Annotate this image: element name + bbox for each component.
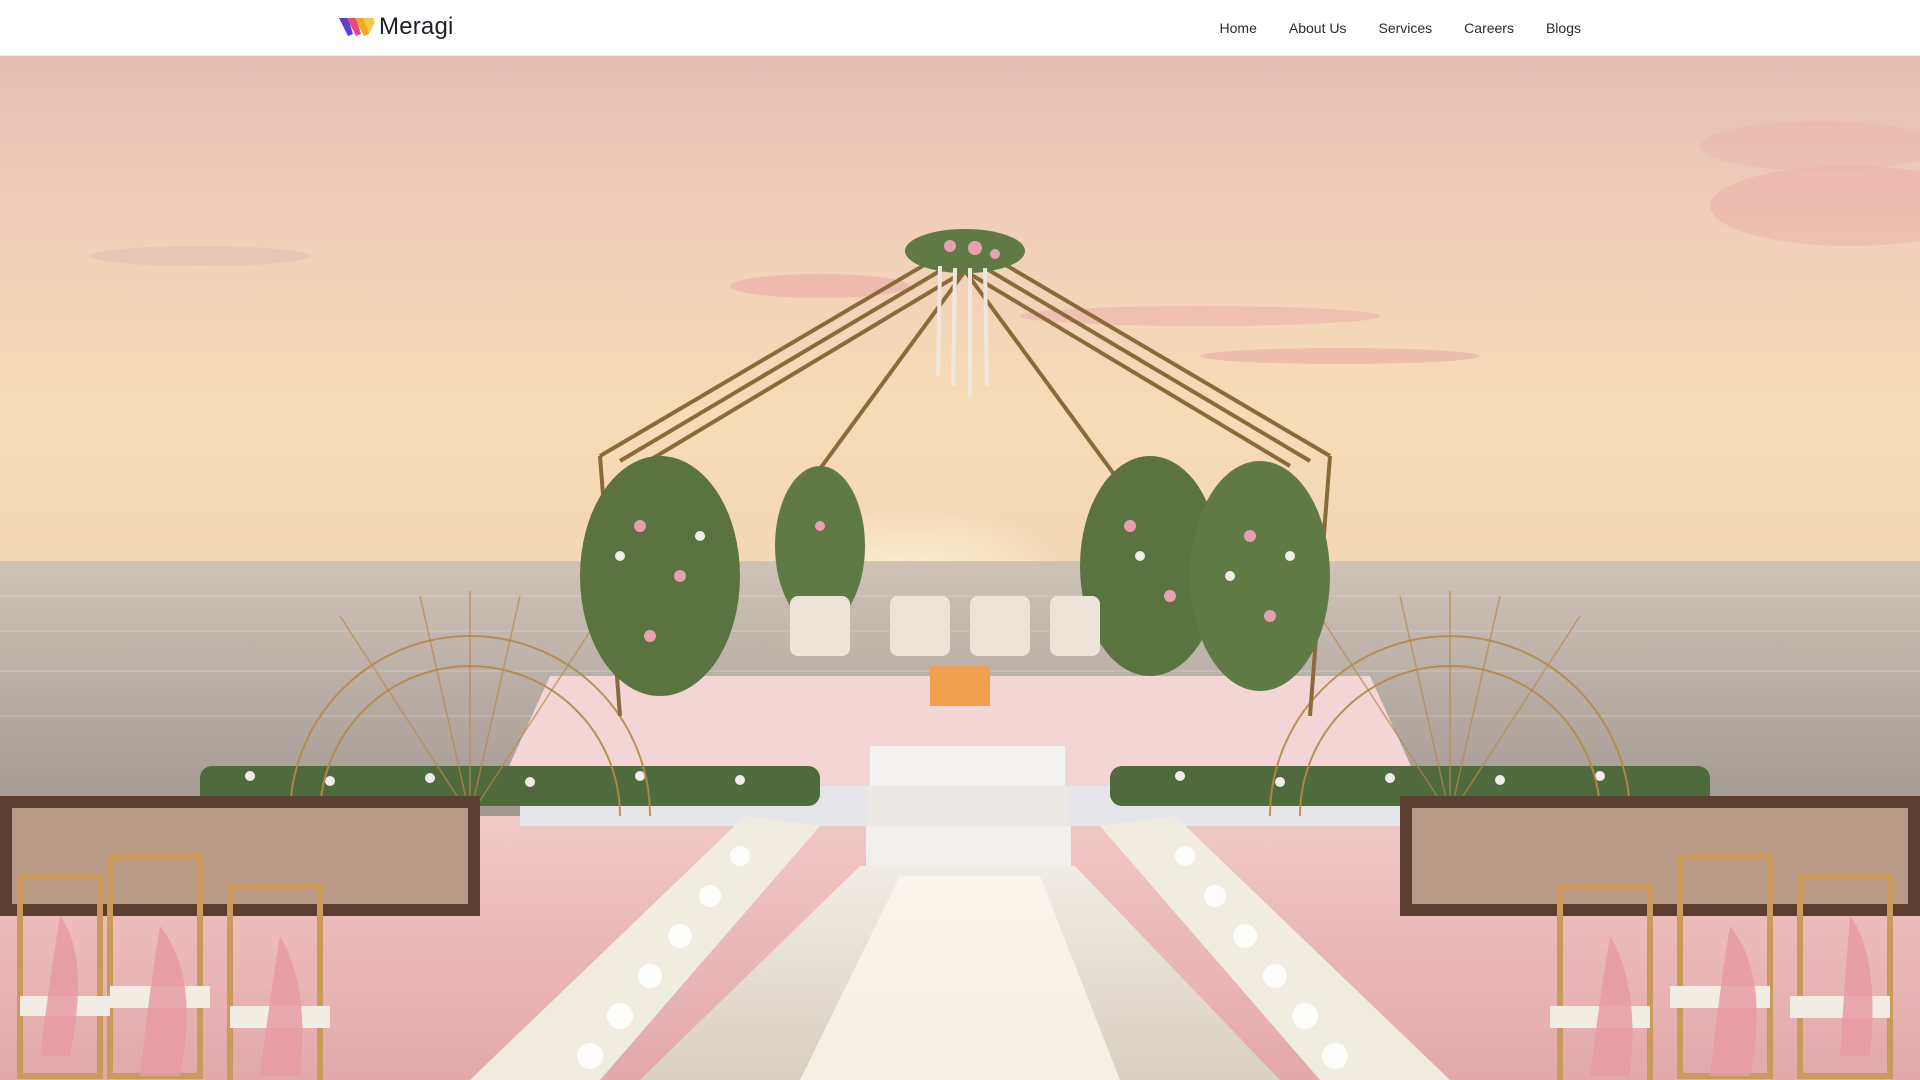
nav-item-home[interactable]: Home [1220,20,1257,36]
nav-item-careers[interactable]: Careers [1464,20,1514,36]
brand-logo[interactable]: Meragi [339,13,454,40]
nav-item-about-us[interactable]: About Us [1289,20,1347,36]
main-nav: Home About Us Services Careers Blogs [1188,0,1581,56]
brand-name: Meragi [379,13,454,40]
hero-banner [0,56,1920,1080]
nav-item-services[interactable]: Services [1378,20,1432,36]
nav-item-blogs[interactable]: Blogs [1546,20,1581,36]
meragi-logo-mark-icon [339,18,375,36]
hero-wedding-mandap-image [0,56,1920,1080]
site-header: Meragi Home About Us Services Careers Bl… [0,0,1920,56]
